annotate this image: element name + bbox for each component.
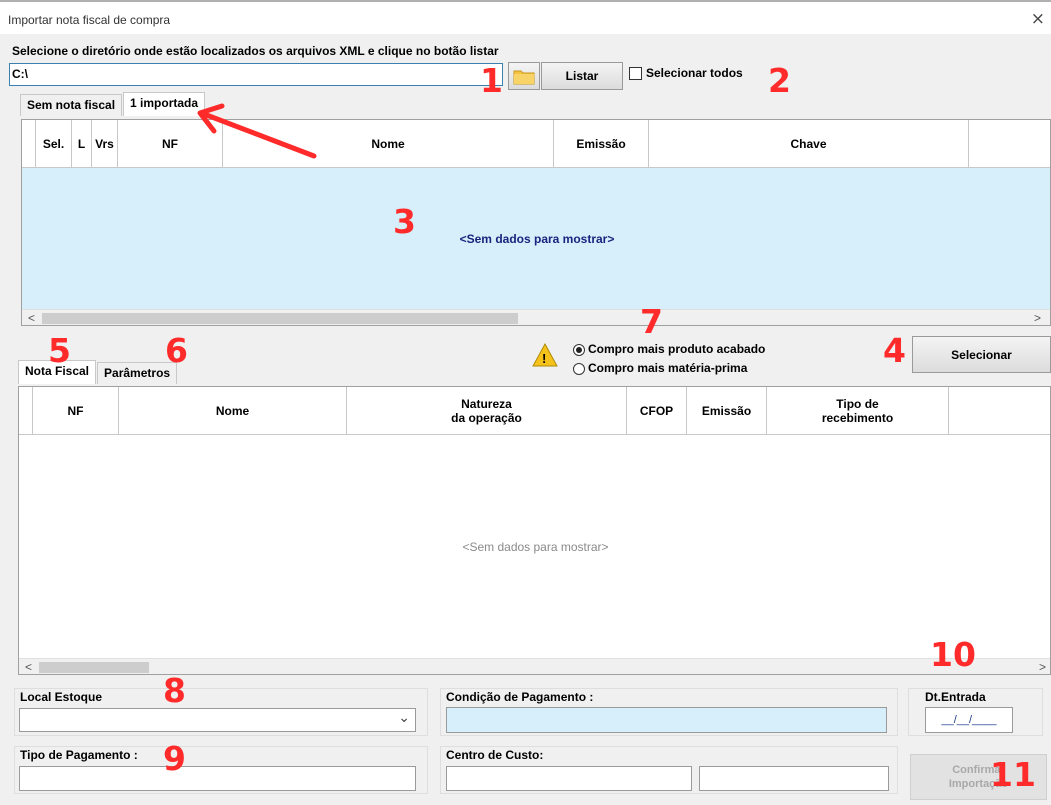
dt-entrada-input[interactable]: __/__/____ [925,707,1013,733]
browse-folder-button[interactable] [508,62,540,90]
centro-custo-label: Centro de Custo: [446,748,544,762]
top-grid: Sel. L Vrs NF Nome Emissão Chave <Sem da… [21,119,1051,326]
select-all-label: Selecionar todos [646,66,743,80]
annotation-6: 6 [165,331,188,370]
radio-produto-acabado[interactable]: Compro mais produto acabado [573,340,765,359]
tipo-pagamento-label: Tipo de Pagamento : [20,748,138,762]
select-all-checkbox[interactable]: Selecionar todos [629,66,743,80]
title-bar: Importar nota fiscal de compra × [0,0,1051,34]
condicao-pagamento-input[interactable] [446,707,887,733]
top-col-chave[interactable]: Chave [649,120,969,167]
path-input-value: C:\ [12,67,28,81]
tab-sem-nota-fiscal[interactable]: Sem nota fiscal [20,94,123,116]
annotation-3: 3 [393,202,416,241]
select-all-box[interactable] [629,66,642,80]
bottom-col-extra [949,387,1032,434]
top-col-vrs[interactable]: Vrs [92,120,118,167]
scroll-left-icon[interactable]: < [25,660,32,674]
local-estoque-dropdown[interactable]: ⌄ [19,708,416,732]
radio-materia-prima[interactable]: Compro mais matéria-prima [573,359,765,378]
annotation-7: 7 [640,302,663,341]
annotation-10: 10 [930,635,976,674]
annotation-4: 4 [883,331,906,370]
product-type-radio-group: Compro mais produto acabado Compro mais … [573,340,765,378]
bottom-col-emissao[interactable]: Emissão [687,387,767,434]
bottom-col-natureza[interactable]: Natureza da operação [347,387,627,434]
tipo-pagamento-input[interactable] [19,766,416,791]
warning-icon: ! [532,342,558,371]
top-col-extra [969,120,1050,167]
top-grid-scrollbar[interactable]: < > [22,309,1050,325]
warning-symbol: ! [542,351,547,366]
red-arrow-annotation [197,103,317,159]
condicao-label: Condição de Pagamento : [446,690,594,704]
bottom-col-cfop[interactable]: CFOP [627,387,687,434]
bottom-grid-header: NF Nome Natureza da operação CFOP Emissã… [19,387,1050,435]
folder-icon [513,70,535,84]
chevron-down-icon[interactable]: ⌄ [398,709,410,726]
top-grid-empty-text: <Sem dados para mostrar> [459,231,615,246]
path-input[interactable]: C:\ [9,63,503,86]
bottom-col-indicator [19,387,33,434]
close-icon[interactable]: × [1031,9,1045,29]
top-col-l[interactable]: L [72,120,92,167]
bottom-col-nome[interactable]: Nome [119,387,347,434]
top-grid-header: Sel. L Vrs NF Nome Emissão Chave [22,120,1050,168]
annotation-2: 2 [768,61,791,100]
scroll-right-icon[interactable]: > [1039,660,1046,674]
local-estoque-label: Local Estoque [20,690,103,704]
dt-entrada-label: Dt.Entrada [925,690,986,704]
bottom-grid-body: <Sem dados para mostrar> [19,435,1050,658]
centro-custo-code-input[interactable] [446,766,692,791]
top-col-indicator [22,120,36,167]
annotation-11: 11 [990,755,1036,794]
bottom-grid: NF Nome Natureza da operação CFOP Emissã… [18,386,1051,675]
bottom-tab-bar: Nota Fiscal Parâmetros [18,360,178,384]
bottom-col-tipo-recebimento[interactable]: Tipo de recebimento [767,387,949,434]
instruction-text: Selecione o diretório onde estão localiz… [12,44,499,58]
select-button[interactable]: Selecionar [912,336,1051,373]
bottom-scroll-thumb[interactable] [39,662,149,673]
top-col-emissao[interactable]: Emissão [554,120,649,167]
annotation-1: 1 [480,61,503,100]
top-scroll-thumb[interactable] [42,313,518,324]
list-button[interactable]: Listar [541,62,623,90]
scroll-left-icon[interactable]: < [28,311,35,325]
scroll-right-icon[interactable]: > [1034,311,1041,325]
centro-custo-name-input[interactable] [699,766,889,791]
bottom-col-nf[interactable]: NF [33,387,119,434]
window-title: Importar nota fiscal de compra [8,13,171,27]
bottom-grid-empty-text: <Sem dados para mostrar> [462,539,609,554]
top-grid-body: <Sem dados para mostrar> [22,168,1050,309]
top-tab-bar: Sem nota fiscal 1 importada [20,92,206,116]
top-col-sel[interactable]: Sel. [36,120,72,167]
annotation-9: 9 [163,739,186,778]
annotation-5: 5 [48,331,71,370]
annotation-8: 8 [163,671,186,710]
